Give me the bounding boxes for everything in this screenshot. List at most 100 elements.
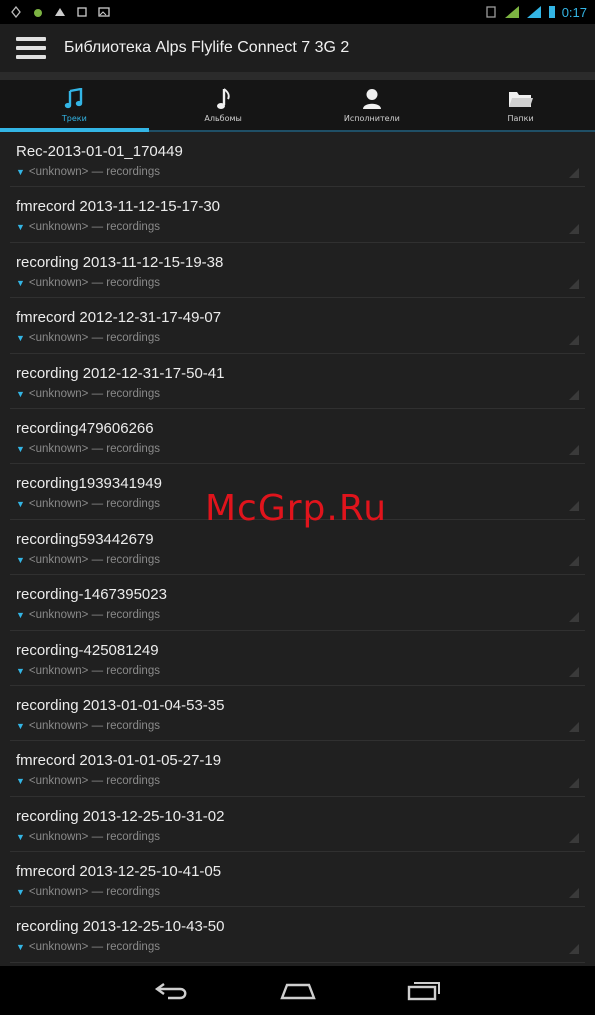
- tab-albums-label: Альбомы: [204, 114, 242, 123]
- context-menu-icon[interactable]: [569, 888, 579, 899]
- tab-artists-label: Исполнители: [343, 114, 400, 123]
- track-title: recording 2012-12-31-17-50-41: [16, 364, 225, 382]
- download-arrow-icon: ▼: [16, 831, 25, 842]
- list-item[interactable]: Rec-2013-01-01_170449 ▼ <unknown> — recor…: [10, 132, 585, 188]
- sync-icon: [11, 6, 21, 18]
- folder-icon: [508, 92, 533, 107]
- battery-icon: [548, 6, 555, 18]
- download-arrow-icon: ▼: [16, 443, 25, 454]
- tab-albums[interactable]: Альбомы: [149, 80, 298, 130]
- list-item[interactable]: recording-1467395023 ▼ <unknown> — record…: [10, 575, 585, 631]
- download-arrow-icon: ▼: [16, 887, 25, 898]
- track-subtitle: <unknown> — recordings: [28, 664, 160, 677]
- download-arrow-icon: ▼: [16, 167, 25, 177]
- track-title: fmrecord 2013-01-01-05-27-19: [16, 752, 222, 770]
- signal2-icon: [526, 6, 541, 18]
- track-subtitle: <unknown> — recordings: [28, 941, 160, 954]
- list-item[interactable]: fmrecord 2013-11-12-15-17-30 ▼ <unknown> …: [10, 187, 585, 243]
- list-item[interactable]: recording 2013-12-25-10-43-50 ▼ <unknown>…: [10, 907, 585, 963]
- context-menu-icon[interactable]: [569, 943, 579, 954]
- list-item[interactable]: fmrecord 2013-01-01-05-27-19 ▼ <unknown> …: [10, 741, 585, 797]
- download-arrow-icon: ▼: [16, 388, 25, 399]
- track-title: recording479606266: [16, 419, 154, 437]
- track-title: recording593442679: [16, 530, 154, 548]
- menu-icon[interactable]: [16, 37, 46, 59]
- navigation-bar: [0, 966, 595, 1015]
- track-subtitle: <unknown> — recordings: [28, 332, 160, 345]
- download-arrow-icon: ▼: [16, 277, 25, 288]
- track-subtitle: <unknown> — recordings: [28, 775, 160, 788]
- music-note-icon: [65, 88, 83, 109]
- track-title: fmrecord 2013-12-25-10-41-05: [16, 863, 222, 881]
- context-menu-icon[interactable]: [569, 777, 579, 788]
- track-subtitle: <unknown> — recordings: [28, 830, 160, 843]
- track-subtitle: <unknown> — recordings: [28, 609, 160, 622]
- list-item[interactable]: recording479606266 ▼ <unknown> — recordin…: [10, 409, 585, 465]
- tab-artists[interactable]: Исполнители: [298, 80, 447, 130]
- track-subtitle: <unknown> — recordings: [28, 221, 160, 234]
- track-subtitle: <unknown> — recordings: [28, 553, 160, 566]
- context-menu-icon[interactable]: [569, 500, 579, 511]
- download-arrow-icon: ▼: [16, 720, 25, 731]
- eighth-note-icon: [217, 88, 230, 109]
- notification-icons: [0, 6, 110, 18]
- download-icon: [77, 7, 87, 17]
- back-button[interactable]: [144, 971, 200, 1011]
- track-title: recording 2013-12-25-10-31-02: [16, 807, 225, 825]
- status-bar: 0:17: [0, 0, 595, 24]
- list-item[interactable]: fmrecord 2013-12-25-10-41-05 ▼ <unknown> …: [10, 852, 585, 908]
- download-arrow-icon: ▼: [16, 776, 25, 787]
- track-list: Rec-2013-01-01_170449 ▼ <unknown> — recor…: [0, 132, 595, 966]
- tab-bar: Треки Альбомы Исполнители Папки: [0, 80, 595, 132]
- image-icon: [98, 7, 110, 17]
- android-icon: [34, 9, 42, 17]
- page-title: Библиотека Alps Flylife Connect 7 3G 2: [64, 39, 350, 56]
- person-icon: [362, 89, 381, 109]
- list-item[interactable]: fmrecord 2012-12-31-17-49-07 ▼ <unknown> …: [10, 298, 585, 354]
- alert-icon: [55, 8, 65, 16]
- track-title: recording-1467395023: [16, 586, 167, 604]
- clock: 0:17: [561, 4, 587, 20]
- context-menu-icon[interactable]: [569, 833, 579, 844]
- context-menu-icon[interactable]: [569, 279, 579, 290]
- context-menu-icon[interactable]: [569, 334, 579, 345]
- tab-folders[interactable]: Папки: [446, 80, 595, 130]
- track-title: recording 2013-12-25-10-43-50: [16, 918, 225, 936]
- home-icon: [279, 983, 316, 999]
- track-title: recording 2013-11-12-15-19-38: [16, 253, 224, 271]
- list-item[interactable]: recording-425081249 ▼ <unknown> — recordi…: [10, 631, 585, 686]
- signal-icon: [504, 6, 519, 18]
- download-arrow-icon: ▼: [16, 333, 25, 344]
- download-arrow-icon: ▼: [16, 610, 25, 621]
- track-subtitle: <unknown> — recordings: [28, 442, 160, 455]
- context-menu-icon[interactable]: [569, 445, 579, 456]
- watermark: McGrp.Ru: [205, 488, 388, 529]
- list-item[interactable]: recording 2013-11-12-15-19-38 ▼ <unknown>…: [10, 243, 585, 299]
- context-menu-icon[interactable]: [569, 389, 579, 400]
- tab-tracks-label: Треки: [61, 114, 87, 123]
- tab-tracks[interactable]: Треки: [0, 80, 149, 132]
- track-title: recording-425081249: [16, 641, 159, 659]
- track-subtitle: <unknown> — recordings: [28, 276, 160, 289]
- rotate-icon: [486, 6, 496, 18]
- home-button[interactable]: [270, 971, 326, 1011]
- track-subtitle: <unknown> — recordings: [28, 387, 160, 400]
- download-arrow-icon: ▼: [16, 665, 25, 676]
- list-item[interactable]: recording 2013-01-01-04-53-35 ▼ <unknown>…: [10, 686, 585, 742]
- track-title: fmrecord 2012-12-31-17-49-07: [16, 309, 222, 327]
- list-item[interactable]: recording 2013-12-25-10-31-02 ▼ <unknown>…: [10, 797, 585, 853]
- back-icon: [154, 982, 186, 999]
- recent-apps-button[interactable]: [396, 971, 452, 1011]
- context-menu-icon[interactable]: [569, 168, 579, 179]
- context-menu-icon[interactable]: [569, 722, 579, 733]
- context-menu-icon[interactable]: [569, 223, 579, 234]
- tab-folders-label: Папки: [507, 114, 534, 123]
- track-subtitle: <unknown> — recordings: [28, 166, 160, 178]
- context-menu-icon[interactable]: [569, 666, 579, 677]
- context-menu-icon[interactable]: [569, 611, 579, 622]
- track-title: Rec-2013-01-01_170449: [16, 143, 183, 160]
- action-bar: Библиотека Alps Flylife Connect 7 3G 2: [0, 24, 595, 80]
- context-menu-icon[interactable]: [569, 556, 579, 567]
- list-item[interactable]: recording 2012-12-31-17-50-41 ▼ <unknown>…: [10, 354, 585, 409]
- track-title: recording 2013-01-01-04-53-35: [16, 696, 225, 714]
